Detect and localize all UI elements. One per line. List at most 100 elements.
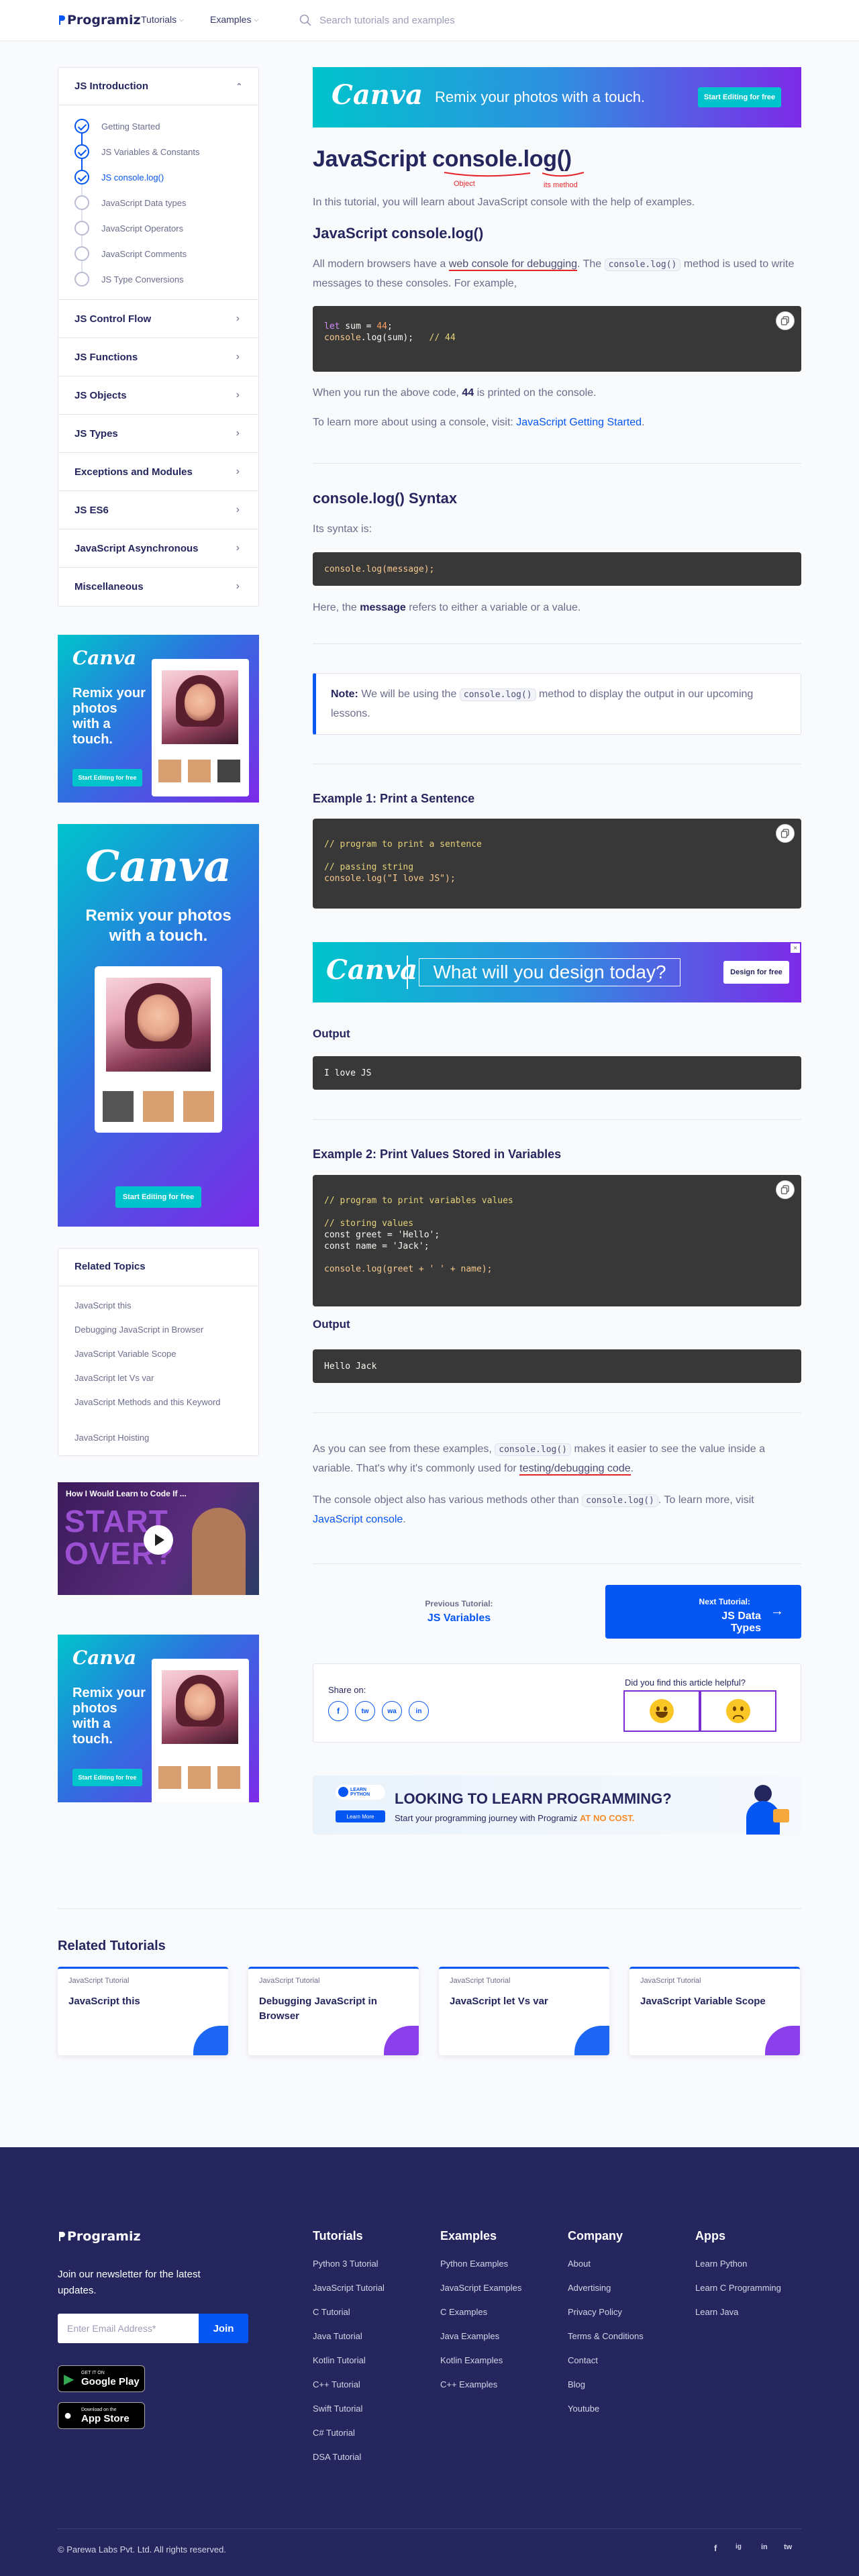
footer-link[interactable]: DSA Tutorial xyxy=(313,2452,361,2462)
ad-cta-button[interactable]: Start Editing for free xyxy=(72,1769,142,1786)
footer-link[interactable]: Contact xyxy=(568,2355,598,2365)
sidebar-section[interactable]: Miscellaneous › xyxy=(58,567,258,605)
highlighted-phrase: web console for debugging xyxy=(448,258,578,271)
footer-link[interactable]: About xyxy=(568,2259,591,2269)
learn-programming-banner[interactable]: LEARN PYTHON Learn More LOOKING TO LEARN… xyxy=(313,1775,801,1835)
nav-examples[interactable]: Examples ⌵ xyxy=(210,14,258,25)
footer-link[interactable]: C Examples xyxy=(440,2307,487,2317)
footer-link[interactable]: Java Tutorial xyxy=(313,2331,362,2341)
link-javascript-console[interactable]: JavaScript console xyxy=(313,1514,403,1525)
newsletter-join-button[interactable]: Join xyxy=(199,2314,248,2343)
footer-link[interactable]: Advertising xyxy=(568,2283,611,2293)
sidebar-lesson[interactable]: JS Variables & Constants xyxy=(74,139,249,164)
app-store-badge[interactable]: ● Download on the App Store xyxy=(58,2402,145,2429)
footer-link[interactable]: Kotlin Tutorial xyxy=(313,2355,366,2365)
facebook-icon[interactable]: f xyxy=(714,2543,717,2553)
footer-link[interactable]: Python 3 Tutorial xyxy=(313,2259,378,2269)
footer-link[interactable]: Java Examples xyxy=(440,2331,499,2341)
helpful-no-button[interactable] xyxy=(700,1690,776,1732)
sidebar-lesson[interactable]: JavaScript Comments xyxy=(74,241,249,266)
next-tutorial-button[interactable]: Next Tutorial: JS Data Types → xyxy=(605,1585,801,1639)
sidebar-section-js-introduction[interactable]: JS Introduction ⌃ xyxy=(58,68,258,105)
footer-link[interactable]: Privacy Policy xyxy=(568,2307,622,2317)
newsletter-email-input[interactable] xyxy=(58,2314,199,2343)
ad-cta-button[interactable]: Start Editing for free xyxy=(72,769,142,786)
related-topic-link[interactable]: JavaScript Variable Scope xyxy=(74,1347,242,1360)
copy-icon[interactable] xyxy=(776,1180,795,1199)
canva-ad-side-2[interactable]: Canva Remix your photos with a touch. St… xyxy=(58,824,259,1227)
chevron-right-icon: › xyxy=(236,504,240,515)
footer-link[interactable]: Learn Python xyxy=(695,2259,747,2269)
footer-link[interactable]: Python Examples xyxy=(440,2259,508,2269)
ad-cta-button[interactable]: Start Editing for free xyxy=(698,87,781,107)
related-tutorial-card[interactable]: JavaScript Tutorial JavaScript let Vs var xyxy=(439,1967,609,2055)
sidebar-lesson[interactable]: Getting Started xyxy=(74,113,249,139)
next-title: JS Data Types xyxy=(721,1610,761,1634)
footer-link[interactable]: C++ Examples xyxy=(440,2379,497,2389)
promo-learn-more-button[interactable]: Learn More xyxy=(336,1810,385,1822)
footer-link[interactable]: Learn Java xyxy=(695,2307,738,2317)
footer-logo[interactable]: Programiz xyxy=(58,2229,141,2244)
sidebar-lesson[interactable]: JavaScript Operators xyxy=(74,215,249,241)
footer-link[interactable]: Learn C Programming xyxy=(695,2283,781,2293)
video-thumbnail[interactable]: How I Would Learn to Code If ... START O… xyxy=(58,1482,259,1595)
ad-editor-mock xyxy=(152,1659,249,1802)
helpful-yes-button[interactable] xyxy=(623,1690,700,1732)
footer-link[interactable]: JavaScript Examples xyxy=(440,2283,521,2293)
ad-cta-button[interactable]: Design for free xyxy=(723,961,789,984)
related-topic-link[interactable]: JavaScript this xyxy=(74,1299,242,1312)
sidebar-section[interactable]: JS Types › xyxy=(58,414,258,452)
sidebar-section[interactable]: Exceptions and Modules › xyxy=(58,452,258,491)
related-topic-link[interactable]: JavaScript Methods and this Keyword xyxy=(74,1396,242,1408)
copy-icon[interactable] xyxy=(776,311,795,330)
canva-ad-side-3[interactable]: Canva Remix your photos with a touch. St… xyxy=(58,1635,259,1802)
sidebar-lesson[interactable]: JS console.log() xyxy=(74,164,249,190)
canva-ad-top-banner[interactable]: Canva Remix your photos with a touch. St… xyxy=(313,67,801,127)
sidebar-lesson[interactable]: JS Type Conversions xyxy=(74,266,249,292)
newsletter-text: Join our newsletter for the latest updat… xyxy=(58,2269,201,2296)
canva-ad-mid-banner[interactable]: Canva What will you design today? Design… xyxy=(313,942,801,1002)
previous-tutorial-link[interactable]: Previous Tutorial: JS Variables xyxy=(313,1585,605,1639)
canva-ad-side-1[interactable]: Canva Remix your photos with a touch. St… xyxy=(58,635,259,803)
sidebar-section[interactable]: JS Functions › xyxy=(58,338,258,376)
footer-link[interactable]: C# Tutorial xyxy=(313,2428,355,2438)
play-icon[interactable] xyxy=(144,1525,173,1555)
related-topic-link[interactable]: JavaScript Hoisting xyxy=(74,1431,242,1444)
related-tutorial-card[interactable]: JavaScript Tutorial JavaScript Variable S… xyxy=(629,1967,800,2055)
sidebar-section[interactable]: JS ES6 › xyxy=(58,491,258,529)
related-topic-link[interactable]: Debugging JavaScript in Browser xyxy=(74,1323,242,1336)
store-label-top: GET IT ON xyxy=(81,2370,105,2375)
sidebar-lesson[interactable]: JavaScript Data types xyxy=(74,190,249,215)
sidebar-section[interactable]: JS Objects › xyxy=(58,376,258,414)
whatsapp-share-icon[interactable]: wa xyxy=(382,1701,402,1721)
search-input[interactable] xyxy=(319,14,561,26)
nav-tutorials[interactable]: Tutorials ⌵ xyxy=(141,14,184,25)
footer-link[interactable]: C++ Tutorial xyxy=(313,2379,360,2389)
related-topic-link[interactable]: JavaScript let Vs var xyxy=(74,1372,242,1384)
instagram-icon[interactable]: ig xyxy=(736,2543,742,2551)
footer-link[interactable]: Blog xyxy=(568,2379,585,2389)
footer-link[interactable]: Swift Tutorial xyxy=(313,2404,362,2414)
footer-link[interactable]: Youtube xyxy=(568,2404,599,2414)
linkedin-share-icon[interactable]: in xyxy=(409,1701,429,1721)
copy-icon[interactable] xyxy=(776,824,795,843)
linkedin-icon[interactable]: in xyxy=(761,2543,768,2551)
sidebar-section[interactable]: JavaScript Asynchronous › xyxy=(58,529,258,567)
related-tutorial-card[interactable]: JavaScript Tutorial JavaScript this xyxy=(58,1967,228,2055)
link-getting-started[interactable]: JavaScript Getting Started xyxy=(516,417,642,428)
footer-link[interactable]: Terms & Conditions xyxy=(568,2331,644,2341)
ad-close-icon[interactable]: × xyxy=(791,943,800,953)
sidebar-section[interactable]: JS Control Flow › xyxy=(58,299,258,338)
twitter-share-icon[interactable]: tw xyxy=(355,1701,375,1721)
search-icon[interactable] xyxy=(299,14,311,26)
related-tutorial-card[interactable]: JavaScript Tutorial Debugging JavaScript … xyxy=(248,1967,419,2055)
google-play-badge[interactable]: ▶ GET IT ON Google Play xyxy=(58,2365,145,2392)
footer-link[interactable]: JavaScript Tutorial xyxy=(313,2283,385,2293)
programiz-logo[interactable]: Programiz xyxy=(58,13,141,28)
footer-link[interactable]: Kotlin Examples xyxy=(440,2355,503,2365)
twitter-icon[interactable]: tw xyxy=(784,2543,792,2551)
facebook-share-icon[interactable]: f xyxy=(328,1701,348,1721)
footer-link[interactable]: C Tutorial xyxy=(313,2307,350,2317)
ad-cta-button[interactable]: Start Editing for free xyxy=(115,1186,201,1208)
ad-filter-thumb xyxy=(158,1766,181,1789)
